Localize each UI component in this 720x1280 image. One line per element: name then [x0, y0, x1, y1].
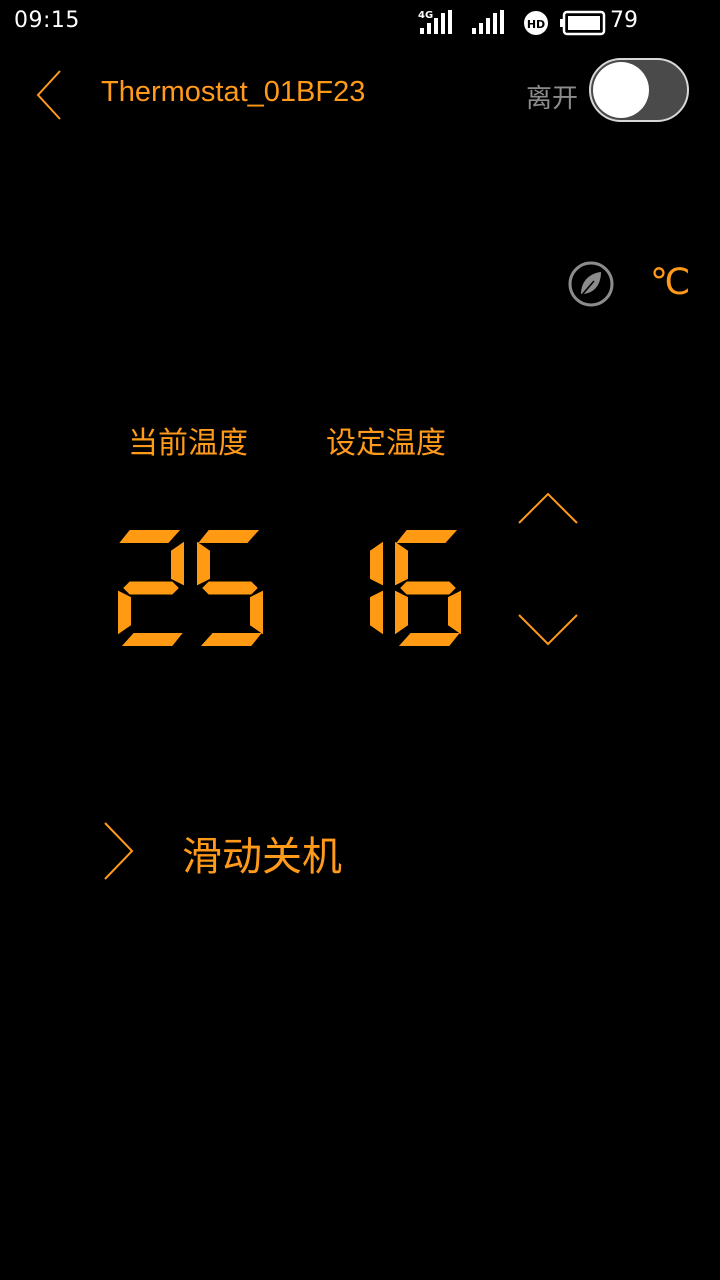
segment-g [202, 581, 258, 595]
increase-temp-button[interactable] [516, 490, 580, 526]
segment-b [370, 541, 383, 586]
segment-a [119, 530, 181, 543]
segment-e [395, 590, 408, 635]
segment-a [198, 530, 260, 543]
slide-off-label: 滑动关机 [182, 834, 342, 880]
segment-a [396, 530, 458, 543]
segment-d [200, 633, 262, 646]
slide-to-power-off[interactable]: 滑动关机 [100, 816, 400, 886]
thermostat-screen: 09:15 4G HD 79 Thermostat_01BF23 离开 ℃ 当前… [0, 0, 720, 1280]
segment-f [395, 541, 408, 586]
segment-d [398, 633, 460, 646]
segment-d [121, 633, 183, 646]
segment-b [171, 541, 184, 586]
chevron-up-icon [518, 492, 578, 524]
segment-g [400, 581, 456, 595]
chevron-down-icon [518, 614, 578, 646]
current-temp-tens-digit [118, 530, 184, 646]
temperature-digits [118, 530, 461, 646]
segment-c [448, 590, 461, 635]
segment-g [123, 581, 179, 595]
decrease-temp-button[interactable] [516, 612, 580, 648]
segment-c [250, 590, 263, 635]
segment-e [118, 590, 131, 635]
chevron-right-icon [104, 822, 134, 880]
set-temp-tens-digit [370, 541, 383, 635]
segment-c [370, 590, 383, 635]
set-temp-ones-digit [395, 530, 461, 646]
segment-f [197, 541, 210, 586]
current-temp-ones-digit [197, 530, 263, 646]
